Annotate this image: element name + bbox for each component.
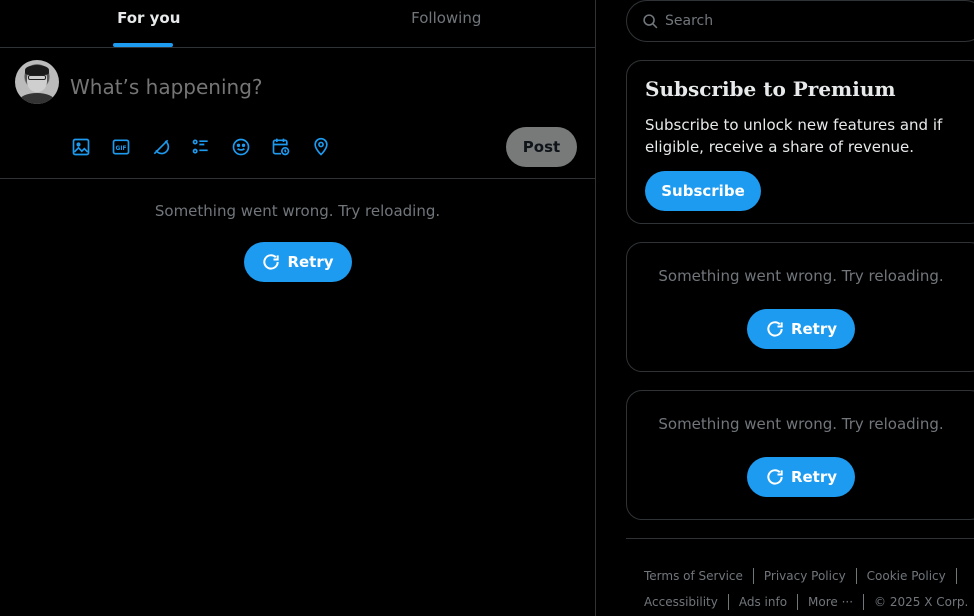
search-icon: [643, 13, 658, 28]
subscribe-button[interactable]: Subscribe: [645, 171, 761, 211]
divider: [727, 594, 729, 610]
avatar-glasses: [28, 75, 46, 80]
tab-for-you[interactable]: For you: [0, 0, 298, 47]
timeline-tabs: For you Following: [0, 0, 595, 48]
retry-button[interactable]: Retry: [243, 242, 352, 282]
post-button[interactable]: Post: [506, 127, 577, 167]
svg-text:GIF: GIF: [116, 146, 127, 152]
sidebar-footer: Terms of Service Privacy Policy Cookie P…: [626, 538, 974, 615]
divider: [855, 568, 857, 584]
divider: [863, 594, 865, 610]
tab-label: Following: [411, 9, 482, 27]
timeline-error: Something went wrong. Try reloading. Ret…: [0, 202, 595, 282]
sidebar-error-card: Something went wrong. Try reloading. Ret…: [626, 242, 974, 372]
retry-label: Retry: [790, 320, 838, 338]
active-tab-indicator: [113, 43, 173, 47]
cookie-link[interactable]: Cookie Policy: [867, 569, 946, 583]
premium-title: Subscribe to Premium: [645, 77, 896, 101]
refresh-icon: [767, 321, 783, 337]
compose-input[interactable]: [70, 75, 490, 99]
poll-icon[interactable]: [190, 136, 212, 158]
error-message: Something went wrong. Try reloading.: [658, 415, 944, 433]
copyright: © 2025 X Corp.: [874, 595, 969, 609]
footer-links-row: Accessibility Ads info More ··· © 2025 X…: [644, 589, 974, 615]
retry-button[interactable]: Retry: [747, 457, 855, 497]
refresh-icon: [767, 469, 783, 485]
emoji-icon[interactable]: [230, 136, 252, 158]
sidebar-error-card: Something went wrong. Try reloading. Ret…: [626, 390, 974, 520]
avatar[interactable]: [15, 60, 59, 104]
schedule-icon[interactable]: [270, 136, 292, 158]
ads-info-link[interactable]: Ads info: [739, 595, 787, 609]
divider: [797, 594, 799, 610]
app-root: For you Following GIF: [0, 0, 974, 616]
tab-label: For you: [117, 9, 181, 27]
avatar-body: [19, 93, 55, 104]
retry-button[interactable]: Retry: [747, 309, 855, 349]
premium-description: Subscribe to unlock new features and if …: [645, 116, 943, 156]
location-icon[interactable]: [310, 136, 332, 158]
grok-icon[interactable]: [150, 136, 172, 158]
divider: [752, 568, 754, 584]
main-timeline: For you Following GIF: [0, 0, 596, 616]
error-message: Something went wrong. Try reloading.: [658, 267, 944, 285]
search-input[interactable]: [665, 13, 945, 29]
avatar-hair: [25, 65, 49, 75]
privacy-link[interactable]: Privacy Policy: [764, 569, 846, 583]
gif-icon[interactable]: GIF: [110, 136, 132, 158]
post-composer: GIF Post: [0, 48, 595, 179]
terms-link[interactable]: Terms of Service: [644, 569, 743, 583]
tab-following[interactable]: Following: [298, 0, 596, 47]
retry-label: Retry: [790, 468, 838, 486]
error-message: Something went wrong. Try reloading.: [154, 202, 441, 220]
footer-links-row: Terms of Service Privacy Policy Cookie P…: [644, 563, 974, 589]
more-link[interactable]: More ···: [808, 595, 853, 609]
retry-label: Retry: [287, 253, 334, 271]
divider: [955, 568, 957, 584]
search-bar[interactable]: [626, 0, 974, 42]
accessibility-link[interactable]: Accessibility: [644, 595, 718, 609]
composer-toolbar: GIF: [70, 136, 332, 158]
image-icon[interactable]: [70, 136, 92, 158]
premium-card: Subscribe to Premium Subscribe to unlock…: [626, 60, 974, 224]
refresh-icon: [263, 254, 280, 270]
